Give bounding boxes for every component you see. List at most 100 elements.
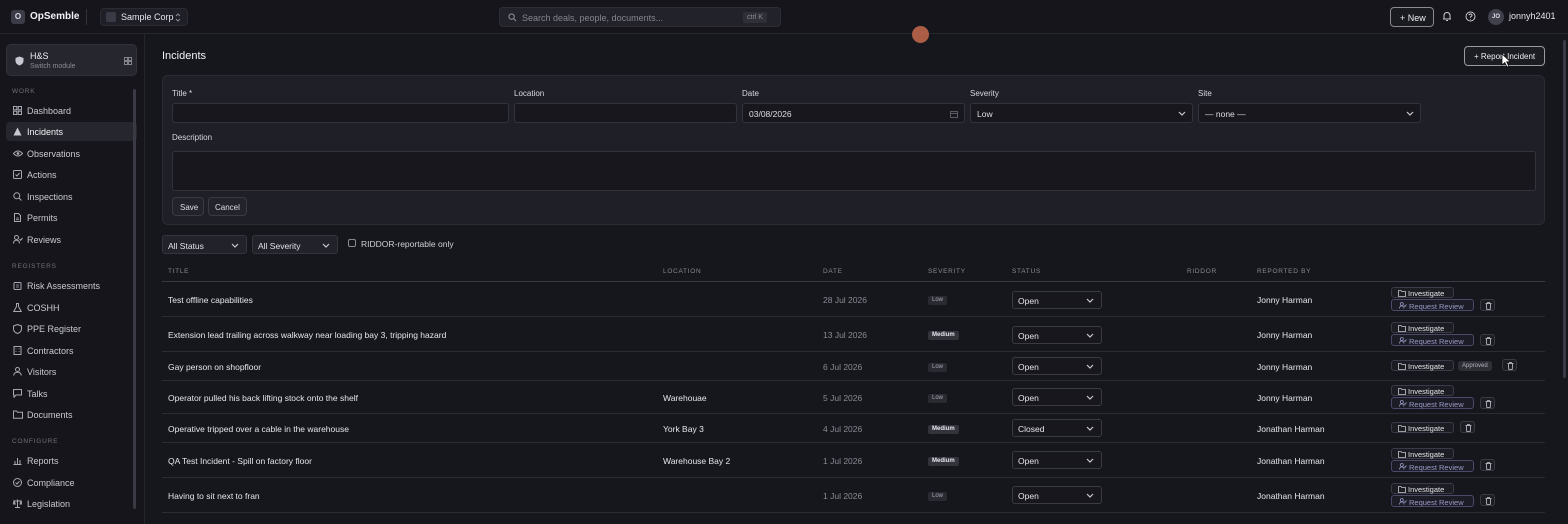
avatar[interactable]: JO bbox=[1488, 9, 1504, 25]
investigate-button[interactable]: Investigate bbox=[1391, 322, 1454, 333]
sidebar-item-reports[interactable]: Reports bbox=[6, 451, 137, 470]
scales-icon bbox=[13, 499, 22, 508]
cell-reported-by: Jonathan Harman bbox=[1257, 491, 1325, 501]
delete-button[interactable] bbox=[1480, 334, 1495, 346]
org-icon bbox=[106, 12, 116, 22]
bell-icon[interactable] bbox=[1442, 11, 1452, 22]
title-field[interactable] bbox=[172, 103, 509, 123]
module-switcher[interactable]: H&S Switch module bbox=[6, 44, 137, 76]
investigate-button[interactable]: Investigate bbox=[1391, 422, 1454, 433]
delete-button[interactable] bbox=[1502, 359, 1517, 371]
status-select[interactable]: Open bbox=[1012, 388, 1102, 406]
sidebar-item-ppe-register[interactable]: PPE Register bbox=[6, 319, 137, 338]
trash-icon bbox=[1485, 337, 1492, 345]
magnifier-icon bbox=[13, 192, 22, 201]
header-title: TITLE bbox=[168, 268, 190, 275]
chevron-down-icon bbox=[322, 243, 330, 248]
sidebar-item-talks[interactable]: Talks bbox=[6, 384, 137, 403]
chat-icon bbox=[13, 389, 22, 398]
search-icon bbox=[508, 13, 517, 22]
calendar-icon[interactable] bbox=[950, 110, 958, 118]
sidebar-item-reviews[interactable]: Reviews bbox=[6, 230, 137, 249]
recording-indicator-icon bbox=[912, 26, 929, 43]
request-review-button[interactable]: Request Review bbox=[1391, 495, 1474, 507]
delete-button[interactable] bbox=[1480, 299, 1495, 311]
cancel-button[interactable]: Cancel bbox=[208, 197, 247, 216]
chevron-down-icon bbox=[1406, 111, 1414, 116]
status-filter[interactable]: All Status bbox=[162, 235, 247, 254]
delete-button[interactable] bbox=[1460, 421, 1475, 433]
date-field[interactable]: 03/08/2026 bbox=[742, 103, 965, 123]
global-search[interactable]: Search deals, people, documents... ctrl … bbox=[499, 7, 781, 27]
sidebar-item-observations[interactable]: Observations bbox=[6, 144, 137, 163]
status-select[interactable]: Open bbox=[1012, 357, 1102, 375]
table-row: Gay person on shopfloor 6 Jul 2026 Low O… bbox=[162, 352, 1545, 381]
cell-title: Operator pulled his back lifting stock o… bbox=[168, 393, 358, 403]
delete-button[interactable] bbox=[1480, 397, 1495, 409]
trash-icon bbox=[1485, 400, 1492, 408]
status-select[interactable]: Open bbox=[1012, 451, 1102, 469]
investigate-button[interactable]: Investigate bbox=[1391, 385, 1454, 396]
cell-reported-by: Jonny Harman bbox=[1257, 330, 1313, 340]
sidebar-item-documents[interactable]: Documents bbox=[6, 405, 137, 424]
delete-button[interactable] bbox=[1480, 494, 1495, 506]
cell-reported-by: Jonny Harman bbox=[1257, 295, 1313, 305]
request-review-button[interactable]: Request Review bbox=[1391, 397, 1474, 409]
sidebar-item-coshh[interactable]: COSHH bbox=[6, 298, 137, 317]
status-select[interactable]: Open bbox=[1012, 486, 1102, 504]
page-scrollbar[interactable] bbox=[1563, 40, 1566, 378]
description-field[interactable] bbox=[172, 151, 1536, 191]
page-title: Incidents bbox=[162, 50, 207, 62]
riddor-label[interactable]: RIDDOR-reportable only bbox=[361, 239, 454, 249]
sidebar-item-legislation[interactable]: Legislation bbox=[6, 494, 137, 513]
investigate-button[interactable]: Investigate bbox=[1391, 360, 1454, 371]
help-icon[interactable] bbox=[1465, 11, 1476, 22]
header-date: DATE bbox=[823, 268, 843, 275]
severity-filter[interactable]: All Severity bbox=[252, 235, 338, 254]
status-select[interactable]: Open bbox=[1012, 291, 1102, 309]
request-review-button[interactable]: Request Review bbox=[1391, 299, 1474, 311]
user-check-icon bbox=[1399, 302, 1407, 309]
sidebar-item-visitors[interactable]: Visitors bbox=[6, 362, 137, 381]
sidebar-item-contractors[interactable]: Contractors bbox=[6, 341, 137, 360]
org-switcher[interactable]: Sample Corp bbox=[100, 8, 188, 26]
status-select[interactable]: Closed bbox=[1012, 419, 1102, 437]
investigate-button[interactable]: Investigate bbox=[1391, 448, 1454, 459]
username[interactable]: jonnyh2401 bbox=[1509, 11, 1556, 21]
search-placeholder: Search deals, people, documents... bbox=[522, 13, 664, 23]
site-select[interactable]: — none — bbox=[1198, 103, 1421, 123]
investigate-button[interactable]: Investigate bbox=[1391, 483, 1454, 494]
investigate-button[interactable]: Investigate bbox=[1391, 287, 1454, 298]
sidebar-item-dashboard[interactable]: Dashboard bbox=[6, 101, 137, 120]
cell-date: 4 Jul 2026 bbox=[823, 424, 863, 434]
trash-icon bbox=[1465, 424, 1472, 432]
request-review-button[interactable]: Request Review bbox=[1391, 460, 1474, 472]
grid-icon bbox=[124, 57, 132, 65]
severity-select[interactable]: Low bbox=[970, 103, 1193, 123]
new-button[interactable]: + New bbox=[1390, 7, 1434, 27]
chevron-down-icon bbox=[1086, 333, 1094, 338]
sidebar-item-risk-assessments[interactable]: Risk Assessments bbox=[6, 276, 137, 295]
save-button[interactable]: Save bbox=[172, 197, 204, 216]
header-reported-by: REPORTED BY bbox=[1257, 268, 1312, 275]
file-icon bbox=[14, 213, 21, 222]
severity-badge: Medium bbox=[928, 331, 959, 340]
sidebar-item-compliance[interactable]: Compliance bbox=[6, 473, 137, 492]
cell-title: Gay person on shopfloor bbox=[168, 362, 262, 372]
user-check-icon bbox=[1399, 337, 1407, 344]
sidebar-scrollbar[interactable] bbox=[133, 89, 136, 509]
sidebar-item-actions[interactable]: Actions bbox=[6, 165, 137, 184]
sidebar-item-permits[interactable]: Permits bbox=[6, 208, 137, 227]
sidebar-item-inspections[interactable]: Inspections bbox=[6, 187, 137, 206]
cell-location: Warehouae bbox=[663, 393, 707, 403]
divider bbox=[86, 9, 87, 25]
sidebar-item-incidents[interactable]: Incidents bbox=[6, 122, 137, 141]
location-field[interactable] bbox=[514, 103, 737, 123]
severity-badge: Low bbox=[928, 296, 948, 305]
riddor-checkbox[interactable] bbox=[348, 239, 356, 247]
delete-button[interactable] bbox=[1480, 459, 1495, 471]
header-riddor: RIDDOR bbox=[1187, 268, 1217, 275]
request-review-button[interactable]: Request Review bbox=[1391, 334, 1474, 346]
trash-icon bbox=[1485, 462, 1492, 470]
status-select[interactable]: Open bbox=[1012, 326, 1102, 344]
